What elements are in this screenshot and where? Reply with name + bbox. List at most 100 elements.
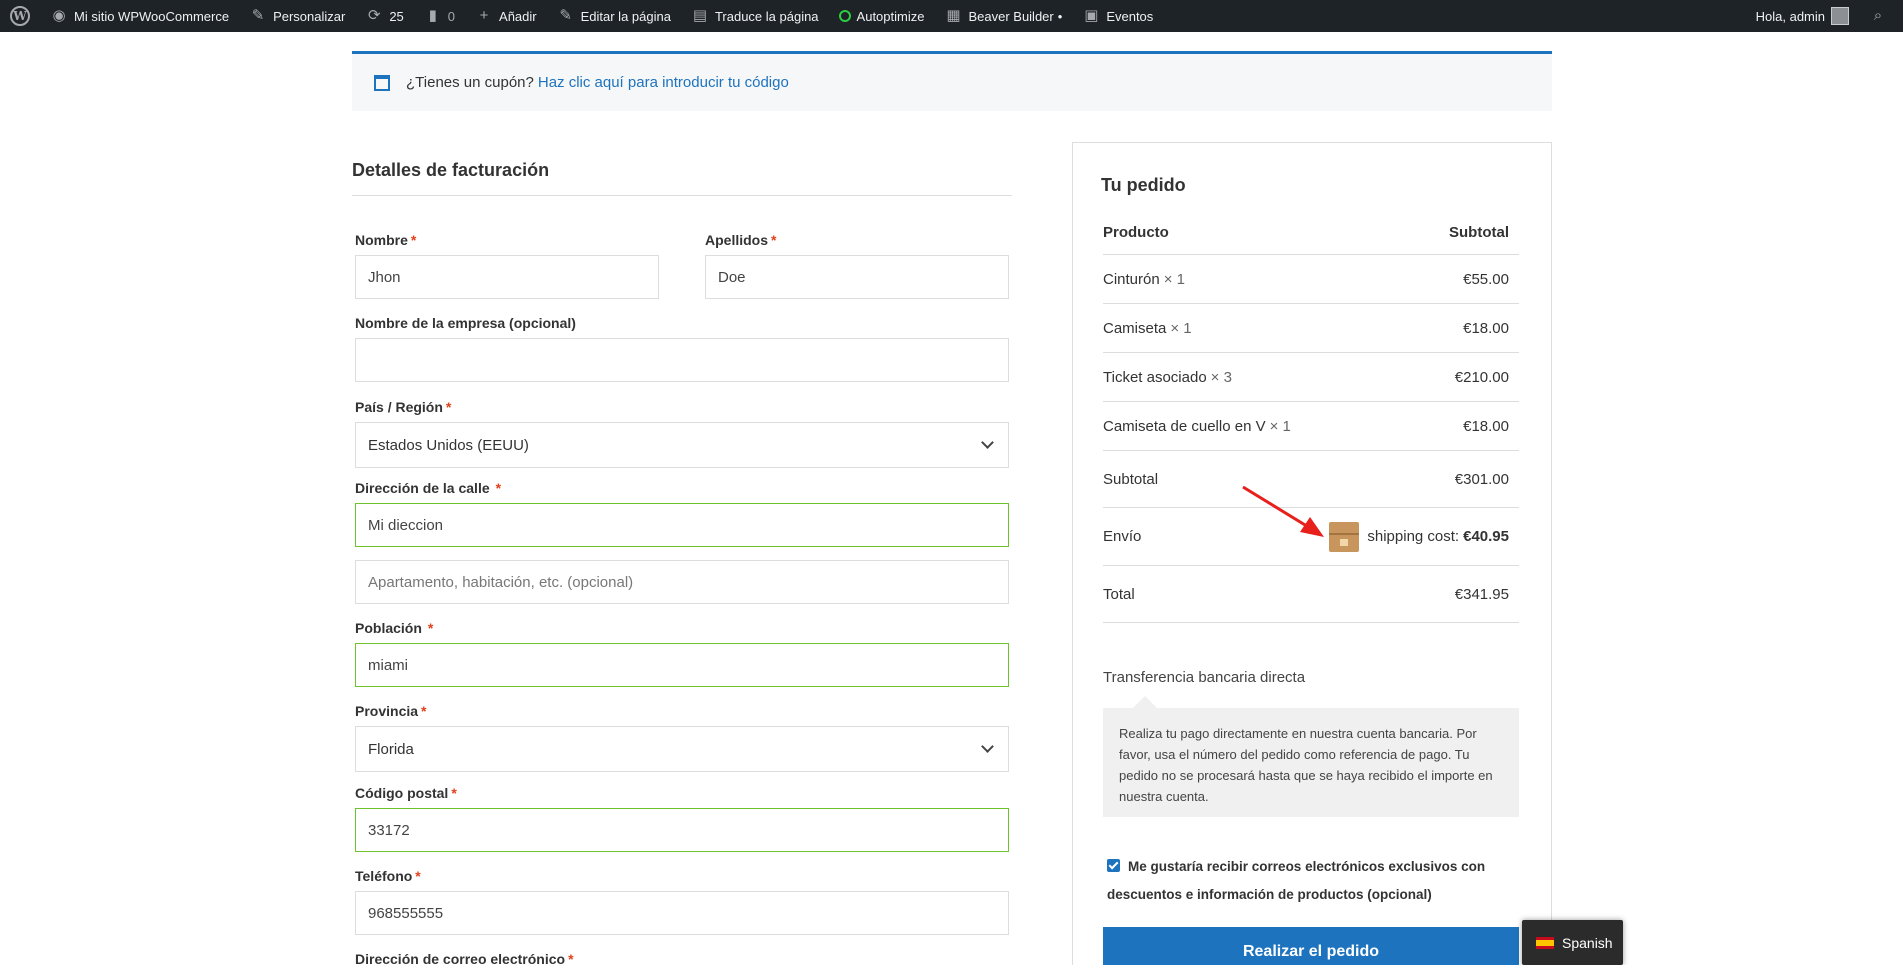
required-mark: * xyxy=(771,232,777,248)
newsletter-checkbox[interactable] xyxy=(1107,859,1120,872)
required-mark: * xyxy=(495,480,502,496)
item-name: Ticket asociado xyxy=(1103,368,1207,386)
first-name-input[interactable] xyxy=(355,255,659,299)
customize-label: Personalizar xyxy=(273,8,346,24)
edit-page-label: Editar la página xyxy=(580,8,671,24)
billing-title: Detalles de facturación xyxy=(352,160,1012,196)
address2-input[interactable] xyxy=(355,560,1009,604)
newsletter-optin[interactable]: Me gustaría recibir correos electrónicos… xyxy=(1107,853,1517,909)
wordpress-logo-menu[interactable]: W xyxy=(0,0,40,32)
add-new-label: Añadir xyxy=(499,8,537,24)
subtotal-label: Subtotal xyxy=(1103,470,1159,488)
item-name: Camiseta de cuello en V xyxy=(1103,417,1266,435)
coupon-question: ¿Tienes un cupón? xyxy=(406,74,534,91)
postcode-label-text: Código postal xyxy=(355,785,449,801)
item-price: €210.00 xyxy=(1454,368,1509,386)
country-label: País / Región * xyxy=(355,399,1009,415)
last-name-field: Apellidos * xyxy=(705,232,1009,299)
first-name-label-text: Nombre xyxy=(355,232,408,248)
annotation-arrow-icon xyxy=(1242,485,1324,537)
country-label-text: País / Región xyxy=(355,399,443,415)
shipping-label: Envío xyxy=(1103,528,1142,545)
comments-count: 0 xyxy=(447,8,456,24)
state-select[interactable]: Florida xyxy=(355,726,1009,772)
col-product: Producto xyxy=(1103,224,1169,241)
item-price: €18.00 xyxy=(1463,417,1509,435)
address-input[interactable] xyxy=(355,503,1009,547)
wordpress-icon: W xyxy=(10,6,30,26)
total-label: Total xyxy=(1103,585,1135,603)
site-name-menu[interactable]: ◉ Mi sitio WPWooCommerce xyxy=(40,0,239,32)
item-price: €18.00 xyxy=(1463,319,1509,337)
required-mark: * xyxy=(445,399,452,415)
email-label: Dirección de correo electrónico * xyxy=(355,951,1009,965)
address-label: Dirección de la calle * xyxy=(355,480,1009,496)
edit-page-menu[interactable]: ✎ Editar la página xyxy=(547,0,681,32)
state-value: Florida xyxy=(368,740,414,758)
city-label: Población * xyxy=(355,620,1009,636)
item-name: Cinturón xyxy=(1103,270,1160,288)
plus-icon: + xyxy=(479,7,489,24)
events-menu[interactable]: ▣ Eventos xyxy=(1072,0,1163,32)
greeting: Hola, admin xyxy=(1755,8,1825,24)
translate-page-menu[interactable]: ▤ Traduce la página xyxy=(681,0,829,32)
search-icon: ⌕ xyxy=(1873,7,1883,24)
customize-menu[interactable]: ✎ Personalizar xyxy=(239,0,355,32)
autoptimize-label: Autoptimize xyxy=(856,8,925,24)
payment-description: Realiza tu pago directamente en nuestra … xyxy=(1103,696,1519,817)
place-order-button[interactable]: Realizar el pedido xyxy=(1103,927,1519,965)
comments-menu[interactable]: ▮ 0 xyxy=(414,0,465,32)
events-label: Eventos xyxy=(1106,8,1154,24)
last-name-input[interactable] xyxy=(705,255,1009,299)
subtotal-value: €301.00 xyxy=(1454,470,1509,488)
order-item-row: Ticket asociado × 3 €210.00 xyxy=(1103,353,1519,402)
order-item-name: Camiseta de cuello en V × 1 xyxy=(1103,418,1291,435)
shipping-text: shipping cost: xyxy=(1367,528,1460,545)
country-value: Estados Unidos (EEUU) xyxy=(368,436,529,454)
coupon-link[interactable]: Haz clic aquí para introducir tu código xyxy=(538,74,789,91)
country-select[interactable]: Estados Unidos (EEUU) xyxy=(355,422,1009,468)
postcode-field: Código postal * xyxy=(355,785,1009,852)
item-name: Camiseta xyxy=(1103,319,1167,337)
country-field: País / Región * Estados Unidos (EEUU) xyxy=(355,399,1009,468)
state-field: Provincia * Florida xyxy=(355,703,1009,772)
admin-bar-right: Hola, admin ⌕ xyxy=(1746,0,1903,32)
search-button[interactable]: ⌕ xyxy=(1859,0,1903,32)
total-value: €341.95 xyxy=(1454,585,1509,603)
item-qty: × 1 xyxy=(1269,417,1291,435)
city-input[interactable] xyxy=(355,643,1009,687)
postcode-input[interactable] xyxy=(355,808,1009,852)
language-switcher[interactable]: Spanish xyxy=(1522,920,1623,965)
add-new-menu[interactable]: + Añadir xyxy=(465,0,547,32)
required-mark: * xyxy=(410,232,417,248)
last-name-label: Apellidos * xyxy=(705,232,1009,248)
phone-input[interactable] xyxy=(355,891,1009,935)
spain-flag-icon xyxy=(1536,936,1554,949)
updates-menu[interactable]: ⟳ 25 xyxy=(355,0,413,32)
account-menu[interactable]: Hola, admin xyxy=(1746,0,1859,32)
phone-label-text: Teléfono xyxy=(355,868,413,884)
billing-section: Detalles de facturación xyxy=(352,160,1012,196)
company-field: Nombre de la empresa (opcional) xyxy=(355,315,1009,382)
required-mark: * xyxy=(421,703,427,719)
first-name-label: Nombre * xyxy=(355,232,659,248)
state-label: Provincia * xyxy=(355,703,1009,719)
coupon-notice: ¿Tienes un cupón? Haz clic aquí para int… xyxy=(352,51,1552,111)
translate-label: Traduce la página xyxy=(714,8,819,24)
package-box-icon xyxy=(1329,521,1360,552)
phone-field: Teléfono * xyxy=(355,868,1009,935)
payment-method-label[interactable]: Transferencia bancaria directa xyxy=(1103,669,1305,686)
coupon-calendar-icon xyxy=(374,74,390,91)
order-table: Producto Subtotal Cinturón × 1 €55.00 Cam… xyxy=(1103,211,1519,623)
language-label: Spanish xyxy=(1562,934,1613,951)
shipping-value: shipping cost: €40.95 xyxy=(1329,521,1509,552)
address-field: Dirección de la calle * xyxy=(355,480,1009,604)
first-name-field: Nombre * xyxy=(355,232,659,299)
required-mark: * xyxy=(568,951,574,965)
postcode-label: Código postal * xyxy=(355,785,1009,801)
company-input[interactable] xyxy=(355,338,1009,382)
avatar xyxy=(1831,7,1849,25)
beaver-builder-menu[interactable]: ▦ Beaver Builder • xyxy=(934,0,1072,32)
chevron-down-icon xyxy=(981,740,994,753)
autoptimize-menu[interactable]: Autoptimize xyxy=(829,0,935,32)
